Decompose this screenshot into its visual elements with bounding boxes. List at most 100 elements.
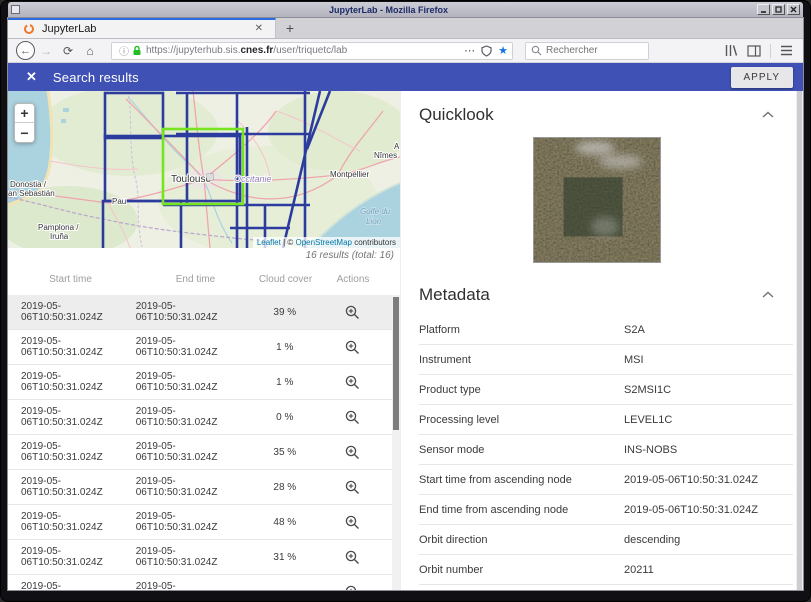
zoom-to-result-icon[interactable] — [344, 409, 361, 426]
library-icon[interactable] — [724, 44, 738, 57]
search-box[interactable] — [525, 41, 649, 60]
column-cloud-cover: Cloud cover — [258, 273, 313, 285]
zoom-to-result-icon[interactable] — [344, 304, 361, 321]
cell-start-time: 2019-05-06T10:50:31.024Z — [21, 511, 103, 533]
table-row[interactable]: 2019-05-06T10:50:31.024Z 2019-05-06T10:5… — [8, 470, 392, 505]
restore-button[interactable] — [772, 4, 785, 15]
table-row[interactable]: 2019-05-06T10:50:31.024Z 2019-05-06T10:5… — [8, 575, 392, 590]
bookmark-star-icon[interactable]: ★ — [498, 44, 508, 57]
tab-close-icon[interactable]: ✕ — [253, 22, 265, 36]
map-label-occitanie: Occitanie — [234, 174, 272, 184]
results-table-body: 2019-05-06T10:50:31.024Z 2019-05-06T10:5… — [8, 295, 400, 590]
metadata-label: Processing level — [419, 413, 500, 426]
zoom-to-result-icon[interactable] — [344, 374, 361, 391]
collapse-metadata-icon[interactable] — [762, 291, 774, 299]
url-bar[interactable]: ⓘ https://jupyterhub.sis.cnes.fr/user/tr… — [111, 41, 513, 60]
new-tab-button[interactable]: + — [276, 18, 304, 38]
search-input[interactable] — [546, 45, 636, 56]
url-text: https://jupyterhub.sis.cnes.fr/user/triq… — [146, 45, 348, 56]
panel-scrollbar-thumb[interactable] — [797, 91, 802, 590]
cell-cloud-cover: 1 % — [276, 341, 294, 353]
reload-button[interactable]: ⟳ — [57, 41, 79, 61]
table-scrollbar[interactable] — [392, 295, 400, 590]
table-row[interactable]: 2019-05-06T10:50:31.024Z 2019-05-06T10:5… — [8, 540, 392, 575]
panel-scrollbar[interactable] — [796, 91, 803, 590]
cell-end-time: 2019-05-06T10:50:31.024Z — [135, 371, 218, 393]
column-start-time: Start time — [49, 273, 92, 285]
back-button[interactable]: ← — [16, 41, 35, 60]
cell-actions — [312, 339, 392, 356]
table-scrollbar-thumb[interactable] — [393, 297, 399, 430]
lock-icon — [133, 45, 141, 55]
quicklook-image — [533, 137, 661, 263]
metadata-label: Instrument — [419, 353, 471, 366]
collapse-quicklook-icon[interactable] — [762, 111, 774, 119]
zoom-to-result-icon[interactable] — [344, 479, 361, 496]
osm-link[interactable]: OpenStreetMap — [295, 238, 351, 247]
tab-title: JupyterLab — [42, 23, 97, 35]
zoom-out-button[interactable]: − — [15, 123, 34, 142]
cell-start-time: 2019-05-06T10:50:31.024Z — [21, 581, 62, 590]
table-row[interactable]: 2019-05-06T10:50:31.024Z 2019-05-06T10:5… — [8, 400, 392, 435]
zoom-to-result-icon[interactable] — [344, 584, 361, 591]
cell-cloud-cover: 1 % — [276, 376, 294, 388]
zoom-to-result-icon[interactable] — [344, 339, 361, 356]
metadata-row: Processing level LEVEL1C — [419, 405, 793, 435]
map-label-pau: Pau — [112, 197, 126, 206]
sidebar-toggle-icon[interactable] — [747, 44, 761, 57]
metadata-value: 2019-05-06T10:50:31.024Z — [624, 473, 758, 486]
window-titlebar[interactable]: JupyterLab - Mozilla Firefox — [8, 2, 803, 17]
table-row[interactable]: 2019-05-06T10:50:31.024Z 2019-05-06T10:5… — [8, 435, 392, 470]
tab-strip: JupyterLab ✕ + — [8, 18, 803, 39]
metadata-row: Orbit direction descending — [419, 525, 793, 555]
forward-button[interactable]: → — [35, 41, 57, 61]
leaflet-link[interactable]: Leaflet — [257, 238, 281, 247]
quicklook-title: Quicklook — [419, 105, 494, 124]
zoom-to-result-icon[interactable] — [344, 549, 361, 566]
zoom-in-button[interactable]: + — [15, 104, 34, 123]
close-panel-icon[interactable]: ✕ — [26, 69, 37, 85]
table-row[interactable]: 2019-05-06T10:50:31.024Z 2019-05-06T10:5… — [8, 505, 392, 540]
cell-start-time: 2019-05-06T10:50:31.024Z — [21, 336, 103, 358]
cell-actions — [312, 409, 392, 426]
cell-end-time: 2019-05-06T10:50:31.024Z — [135, 406, 218, 428]
map[interactable]: Toulouse Pau Nîmes Montpellier Donostia … — [8, 91, 400, 248]
close-button[interactable] — [787, 4, 800, 15]
detail-panel: Quicklook Metadata Platform S2A Instrume… — [400, 91, 803, 590]
page-actions-icon[interactable]: ⋯ — [464, 44, 475, 57]
zoom-to-result-icon[interactable] — [344, 444, 361, 461]
cell-cloud-cover: 48 % — [273, 516, 297, 528]
cell-end-time: 2019-05-06T10:50:31.024Z — [135, 336, 218, 358]
cell-start-time: 2019-05-06T10:50:31.024Z — [21, 546, 103, 568]
cell-start-time: 2019-05-06T10:50:31.024Z — [21, 476, 103, 498]
home-button[interactable]: ⌂ — [79, 41, 101, 61]
apply-button[interactable]: APPLY — [730, 66, 793, 88]
cell-cloud-cover: 31 % — [273, 551, 297, 563]
map-attribution: Leaflet | © OpenStreetMap contributors — [252, 237, 400, 248]
cell-start-time: 2019-05-06T10:50:31.024Z — [21, 371, 103, 393]
shield-icon[interactable] — [481, 44, 492, 57]
metadata-row: Instrument MSI — [419, 345, 793, 375]
map-zoom-control[interactable]: + − — [14, 103, 35, 143]
map-label-toulouse: Toulouse — [171, 174, 211, 185]
page-info-icon[interactable]: ⓘ — [119, 43, 129, 58]
table-row[interactable]: 2019-05-06T10:50:31.024Z 2019-05-06T10:5… — [8, 295, 392, 330]
menu-icon[interactable] — [780, 45, 793, 56]
metadata-label: Orbit direction — [419, 533, 488, 546]
tab-jupyterlab[interactable]: JupyterLab ✕ — [8, 18, 276, 38]
minimize-button[interactable] — [757, 4, 770, 15]
metadata-row: Platform S2A — [419, 315, 793, 345]
metadata-row: End time from ascending node 2019-05-06T… — [419, 495, 793, 525]
table-row[interactable]: 2019-05-06T10:50:31.024Z 2019-05-06T10:5… — [8, 330, 392, 365]
cell-end-time: 2019-05-06T10:50:31.024Z — [135, 581, 176, 590]
metadata-label: Sensor mode — [419, 443, 485, 456]
navigation-toolbar: ← → ⟳ ⌂ ⓘ https://jupyterhub.sis.cnes.fr… — [8, 39, 803, 63]
map-label-pamplona: Pamplona / — [38, 223, 79, 232]
cell-end-time: 2019-05-06T10:50:31.024Z — [135, 301, 218, 323]
cell-start-time: 2019-05-06T10:50:31.024Z — [21, 441, 103, 463]
cell-cloud-cover: 28 % — [273, 481, 297, 493]
zoom-to-result-icon[interactable] — [344, 514, 361, 531]
table-row[interactable]: 2019-05-06T10:50:31.024Z 2019-05-06T10:5… — [8, 365, 392, 400]
firefox-window: JupyterLab - Mozilla Firefox JupyterLab … — [0, 0, 811, 602]
map-canvas: Toulouse Pau Nîmes Montpellier Donostia … — [8, 91, 400, 248]
